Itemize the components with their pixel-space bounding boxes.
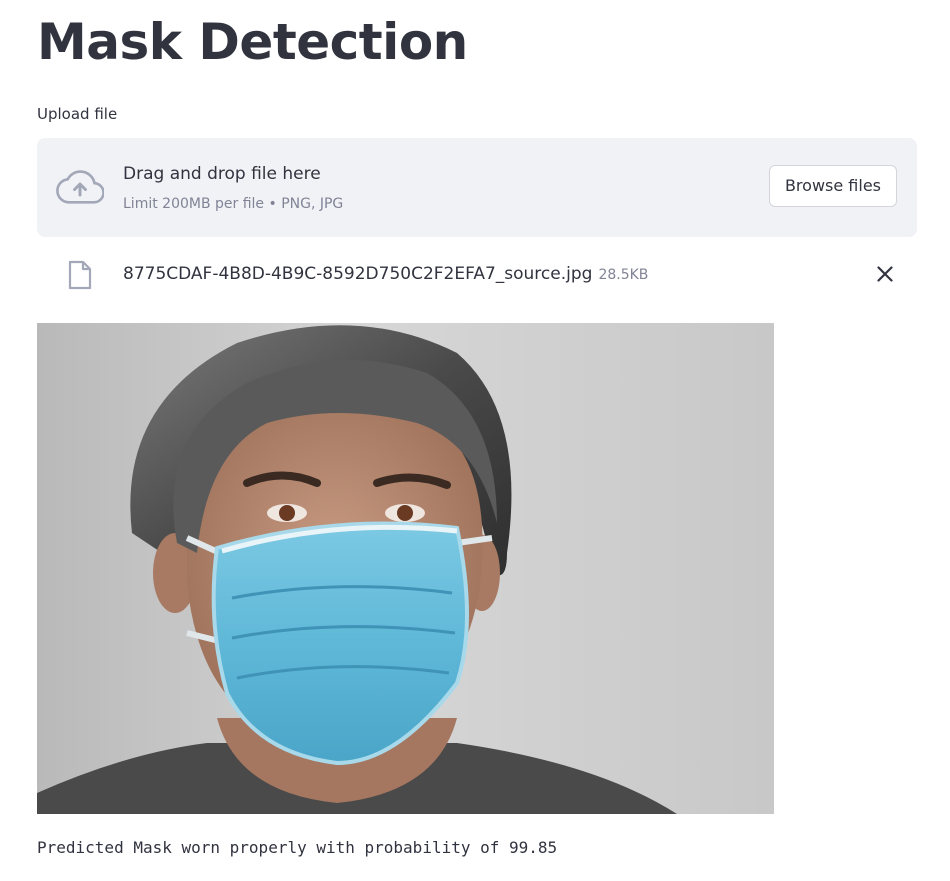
page-title: Mask Detection	[37, 13, 468, 71]
file-dropzone[interactable]: Drag and drop file here Limit 200MB per …	[37, 138, 917, 237]
uploaded-photo	[37, 323, 774, 814]
close-icon[interactable]	[873, 262, 897, 286]
cloud-upload-icon	[56, 170, 104, 204]
file-icon	[68, 260, 92, 290]
prediction-result: Predicted Mask worn properly with probab…	[37, 838, 558, 857]
file-name-text: 8775CDAF-4B8D-4B9C-8592D750C2F2EFA7_sour…	[123, 264, 593, 284]
app-page: Mask Detection Upload file Drag and drop…	[0, 0, 950, 881]
browse-files-button[interactable]: Browse files	[768, 165, 897, 207]
uploaded-image	[37, 323, 774, 814]
uploaded-file-row: 8775CDAF-4B8D-4B9C-8592D750C2F2EFA7_sour…	[37, 252, 917, 296]
upload-label: Upload file	[37, 105, 118, 123]
uploaded-file-name: 8775CDAF-4B8D-4B9C-8592D750C2F2EFA7_sour…	[123, 262, 648, 287]
dropzone-limit: Limit 200MB per file • PNG, JPG	[123, 196, 344, 212]
file-size: 28.5KB	[598, 267, 649, 283]
dropzone-instructions: Drag and drop file here	[123, 164, 321, 184]
